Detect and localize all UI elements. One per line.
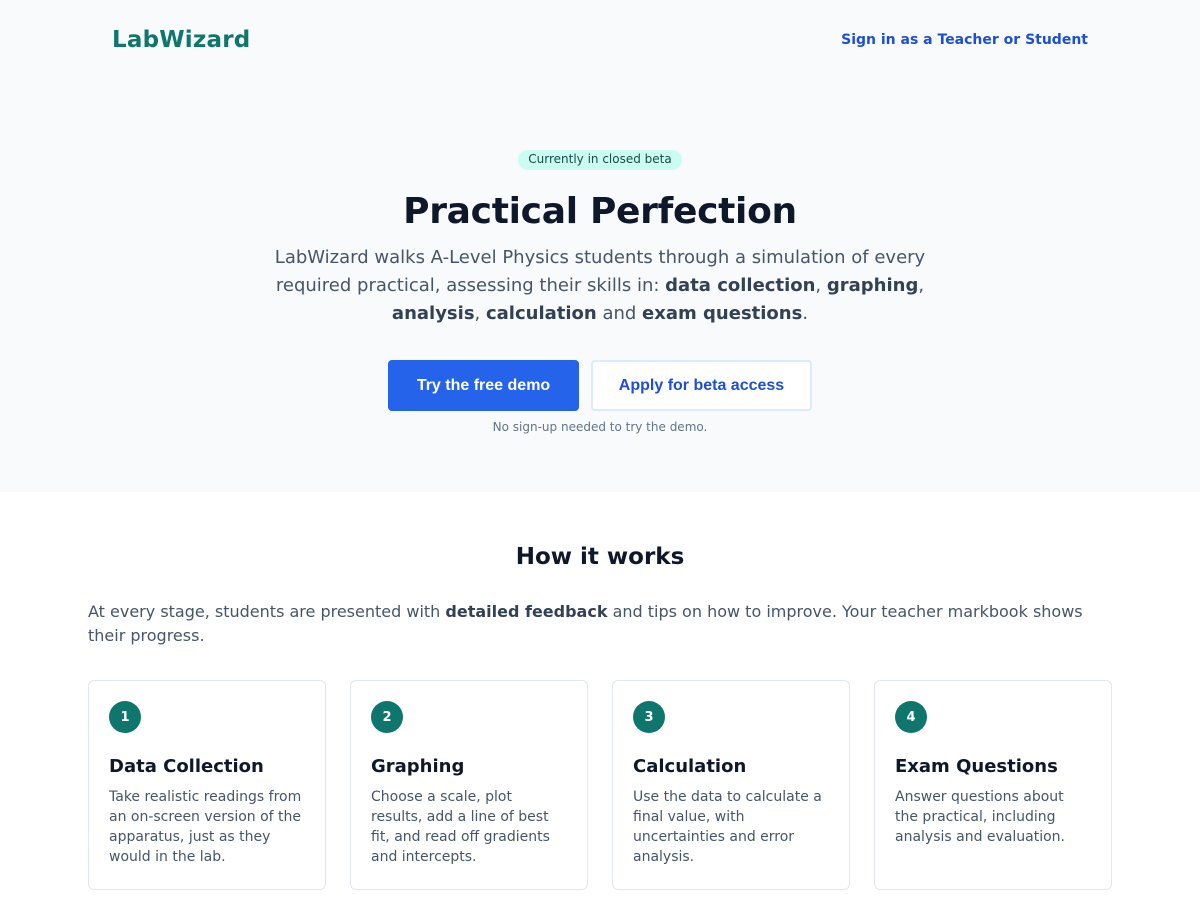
step-number-badge: 3 bbox=[633, 701, 665, 733]
skill-calculation: calculation bbox=[485, 303, 597, 324]
step-number-badge: 4 bbox=[895, 701, 927, 733]
card-title: Data Collection bbox=[109, 756, 264, 777]
beta-badge: Currently in closed beta bbox=[518, 150, 682, 170]
try-demo-button[interactable]: Try the free demo bbox=[388, 360, 579, 411]
skill-exam-questions: exam questions bbox=[642, 303, 803, 324]
skill-analysis: analysis bbox=[391, 303, 475, 324]
section-title: How it works bbox=[515, 544, 685, 570]
hero-body: Currently in closed beta Practical Perfe… bbox=[0, 80, 1200, 434]
step-number-badge: 1 bbox=[109, 701, 141, 733]
page-title: Practical Perfection bbox=[403, 191, 797, 232]
intro-highlight: detailed feedback bbox=[445, 602, 608, 621]
feature-card-data-collection: 1 Data Collection Take realistic reading… bbox=[88, 680, 326, 890]
card-description: Take realistic readings from an on-scree… bbox=[109, 789, 302, 865]
how-it-works-section: How it works At every stage, students ar… bbox=[0, 492, 1200, 890]
feature-card-calculation: 3 Calculation Use the data to calculate … bbox=[612, 680, 850, 890]
card-description: Use the data to calculate a final value,… bbox=[633, 789, 822, 865]
signin-link[interactable]: Sign in as a Teacher or Student bbox=[841, 32, 1088, 48]
skill-graphing: graphing bbox=[826, 275, 919, 296]
apply-beta-button[interactable]: Apply for beta access bbox=[591, 360, 812, 411]
card-title: Calculation bbox=[633, 756, 747, 777]
feature-cards: 1 Data Collection Take realistic reading… bbox=[88, 680, 1112, 890]
demo-note: No sign-up needed to try the demo. bbox=[492, 420, 708, 434]
card-description: Choose a scale, plot results, add a line… bbox=[371, 789, 550, 865]
feature-card-graphing: 2 Graphing Choose a scale, plot results,… bbox=[350, 680, 588, 890]
card-description: Answer questions about the practical, in… bbox=[895, 789, 1066, 845]
card-title: Exam Questions bbox=[895, 756, 1058, 777]
cta-row: Try the free demo Apply for beta access bbox=[0, 360, 1200, 411]
lead-end: . bbox=[802, 303, 809, 324]
hero-description: LabWizard walks A-Level Physics students… bbox=[240, 244, 960, 328]
separator: and bbox=[596, 303, 643, 324]
logo[interactable]: LabWizard bbox=[112, 27, 250, 53]
top-nav: LabWizard Sign in as a Teacher or Studen… bbox=[0, 0, 1200, 80]
hero-section: LabWizard Sign in as a Teacher or Studen… bbox=[0, 0, 1200, 492]
separator: , bbox=[474, 303, 486, 324]
step-number-badge: 2 bbox=[371, 701, 403, 733]
intro-text: At every stage, students are presented w… bbox=[88, 602, 446, 621]
separator: , bbox=[815, 275, 827, 296]
separator: , bbox=[918, 275, 925, 296]
section-intro: At every stage, students are presented w… bbox=[88, 600, 1088, 648]
skill-data-collection: data collection bbox=[665, 275, 816, 296]
card-title: Graphing bbox=[371, 756, 465, 777]
feature-card-exam-questions: 4 Exam Questions Answer questions about … bbox=[874, 680, 1112, 890]
